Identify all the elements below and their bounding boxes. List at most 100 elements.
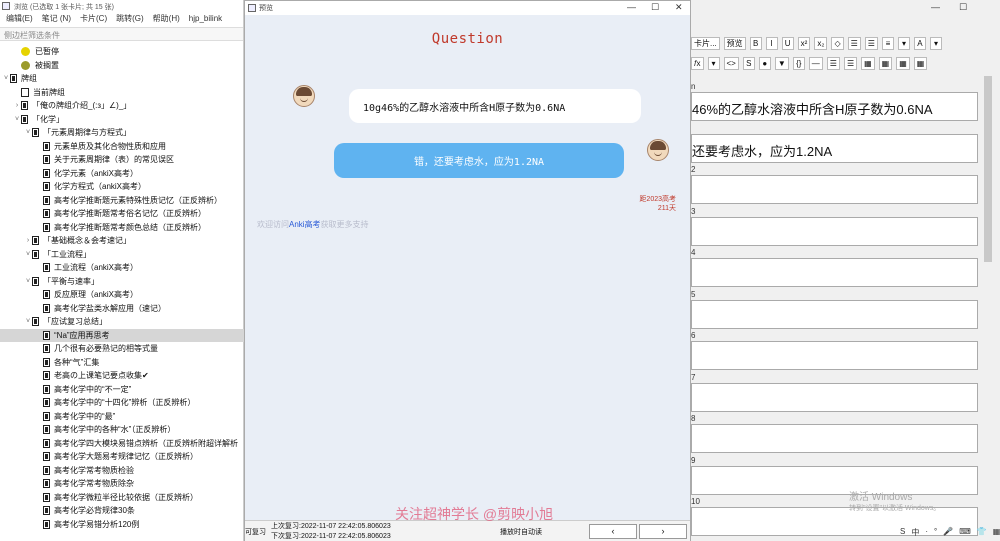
toolbar-button[interactable]: ▦ — [913, 56, 928, 70]
tray-icon[interactable]: ⌨ — [959, 527, 971, 541]
expand-arrow-icon[interactable]: ˅ — [24, 318, 32, 325]
tray-icon[interactable]: 中 — [911, 527, 919, 541]
field-editor[interactable] — [691, 258, 978, 287]
field-editor[interactable]: 46%的乙醇水溶液中所含H原子数为0.6NA — [691, 92, 978, 121]
expand-arrow-icon[interactable]: ˅ — [2, 75, 10, 82]
field-editor[interactable] — [691, 341, 978, 370]
toolbar-button[interactable]: ● — [758, 56, 771, 70]
toolbar-button[interactable]: 𝑓x — [691, 56, 704, 70]
sidebar-item[interactable]: 高考化学中的“十四化”辨析（正反辨析） — [0, 396, 244, 409]
prev-button[interactable]: ‹ — [589, 524, 637, 539]
toolbar-button[interactable]: x² — [797, 36, 811, 50]
sidebar-item[interactable]: 工业流程（ankiX高考） — [0, 261, 244, 274]
toolbar-button[interactable]: ☰ — [847, 36, 861, 50]
toolbar-button[interactable]: I — [765, 36, 778, 50]
sidebar-item[interactable]: 化学元素（ankiX高考） — [0, 167, 244, 180]
toolbar-button[interactable]: ◇ — [831, 36, 844, 50]
sidebar-item[interactable]: 高考化学易错分析120例 — [0, 518, 244, 531]
sidebar-item[interactable]: 几个很有必要熟记的相等式量 — [0, 342, 244, 355]
menu-hjp-bilink[interactable]: hjp_bilink — [189, 14, 222, 23]
sidebar-item[interactable]: › 「俺の牌组介绍_(:з」∠)_」 — [0, 99, 244, 112]
toolbar-button[interactable]: A — [913, 36, 926, 50]
expand-arrow-icon[interactable]: ˅ — [24, 129, 32, 136]
sidebar-item[interactable]: › 「基础概念＆会考速记」 — [0, 234, 244, 247]
expand-arrow-icon[interactable]: ˅ — [24, 251, 32, 258]
field-editor[interactable] — [691, 382, 978, 412]
expand-arrow-icon[interactable]: ˅ — [13, 116, 21, 123]
toolbar-button[interactable]: ☰ — [826, 56, 840, 70]
sidebar-filter-input[interactable]: 侧边栏筛选条件 — [0, 27, 243, 41]
sidebar-item[interactable]: 高考化学常考物质除杂 — [0, 477, 244, 490]
sidebar-item[interactable]: “Na”应用再思考 — [0, 328, 244, 342]
tray-icon[interactable]: · — [925, 527, 928, 541]
sidebar-item[interactable]: 元素单质及其化合物性质和应用 — [0, 140, 244, 153]
toolbar-button[interactable]: ▾ — [897, 36, 910, 50]
sidebar-item[interactable]: 高考化学中的各种“水”（正反辨析） — [0, 423, 244, 436]
toolbar-button[interactable]: {} — [792, 56, 805, 70]
toolbar-button[interactable]: ▾ — [707, 56, 720, 70]
toolbar-button[interactable]: ▦ — [878, 56, 893, 70]
toolbar-button[interactable]: U — [781, 36, 794, 50]
tray-icon[interactable]: S — [900, 527, 905, 541]
toolbar-button[interactable]: ▦ — [896, 56, 910, 70]
tray-icon[interactable]: 👕 — [977, 527, 987, 541]
sidebar-item[interactable]: 高考化学推断题元素特殊性质记忆（正反辨析） — [0, 194, 244, 207]
toolbar-button[interactable]: <> — [723, 56, 739, 70]
sidebar-item[interactable]: 高考化学必背规律30条 — [0, 504, 244, 517]
menu-edit[interactable]: 编辑(E) — [6, 13, 33, 24]
sidebar-item[interactable]: 高考化学中的“最” — [0, 410, 244, 423]
sidebar-item[interactable]: 老高の上课笔记要点收集✔ — [0, 369, 244, 382]
toolbar-button[interactable]: ▼ — [774, 56, 789, 70]
toolbar-button[interactable]: 卡片... — [691, 36, 720, 50]
next-button[interactable]: › — [639, 524, 687, 539]
sidebar-item[interactable]: 化学方程式（ankiX高考） — [0, 180, 244, 193]
sidebar-item[interactable]: 高考化学推断题常考俗名记忆（正反辨析） — [0, 207, 244, 220]
sidebar-item[interactable]: 高考化学常考物质检验 — [0, 464, 244, 477]
toolbar-button[interactable]: ☰ — [864, 36, 878, 50]
toolbar-button[interactable]: S — [742, 56, 755, 70]
tray-icon[interactable]: ▦ — [993, 527, 1000, 541]
sidebar-item[interactable]: 反应原理（ankiX高考） — [0, 288, 244, 301]
toolbar-button[interactable]: ☰ — [843, 56, 858, 70]
field-editor[interactable] — [691, 465, 978, 495]
field-editor[interactable] — [691, 175, 978, 204]
sidebar-item[interactable]: ˅ 「工业流程」 — [0, 248, 244, 261]
sidebar-item[interactable]: ˅ 「元素周期律与方程式」 — [0, 126, 244, 139]
sidebar-item[interactable]: ˅ 牌组 — [0, 72, 244, 85]
field-editor[interactable] — [691, 216, 978, 246]
toolbar-button[interactable]: — — [808, 56, 823, 70]
sidebar-item[interactable]: 已暂停 — [0, 45, 244, 58]
expand-arrow-icon[interactable]: › — [13, 102, 21, 109]
sidebar-item[interactable]: 高考化学四大模块易错点辨析（正反辨析附超详解析 — [0, 437, 244, 450]
sidebar-item[interactable]: 高考化学推断题常考颜色总结（正反辨析） — [0, 221, 244, 234]
minimize-button[interactable]: — — [931, 2, 940, 12]
tray-icon[interactable]: 🎤 — [943, 527, 953, 541]
anki-link[interactable]: Anki高考 — [289, 220, 321, 229]
sidebar-item[interactable]: 被搁置 — [0, 59, 244, 72]
sidebar-item[interactable]: 关于元素周期律（表）的常见误区 — [0, 153, 244, 166]
sidebar-item[interactable]: 各种“气”汇集 — [0, 356, 244, 369]
sidebar-item[interactable]: 当前牌组 — [0, 86, 244, 99]
menu-help[interactable]: 帮助(H) — [153, 13, 180, 24]
field-editor[interactable] — [691, 424, 978, 453]
toolbar-button[interactable]: B — [749, 36, 762, 50]
maximize-button[interactable]: ☐ — [959, 2, 967, 13]
expand-arrow-icon[interactable]: › — [24, 237, 32, 244]
toolbar-button[interactable]: x₂ — [814, 36, 828, 50]
maximize-button[interactable]: ☐ — [651, 2, 659, 13]
expand-arrow-icon[interactable]: ˅ — [24, 278, 32, 285]
menu-cards[interactable]: 卡片(C) — [80, 13, 107, 24]
field-editor[interactable]: 还要考虑水，应为1.2NA — [691, 133, 978, 163]
tray-icon[interactable]: ° — [934, 527, 937, 541]
sidebar-item[interactable]: 高考化学微粒半径比较依据（正反辨析） — [0, 491, 244, 504]
sidebar-item[interactable]: 高考化学大题易考规律记忆（正反辨析） — [0, 450, 244, 463]
sidebar-item[interactable]: ˅ 「应试复习总结」 — [0, 315, 244, 328]
editor-scrollbar[interactable] — [984, 76, 992, 262]
menu-go[interactable]: 跳转(G) — [116, 13, 144, 24]
sidebar-item[interactable]: 高考化学盐类水解应用（速记） — [0, 302, 244, 315]
toolbar-button[interactable]: ≡ — [881, 36, 894, 50]
field-editor[interactable] — [691, 299, 978, 329]
menu-notes[interactable]: 笔记 (N) — [42, 13, 71, 24]
close-button[interactable]: ✕ — [675, 2, 683, 13]
sidebar-item[interactable]: 高考化学中的“不一定” — [0, 383, 244, 396]
